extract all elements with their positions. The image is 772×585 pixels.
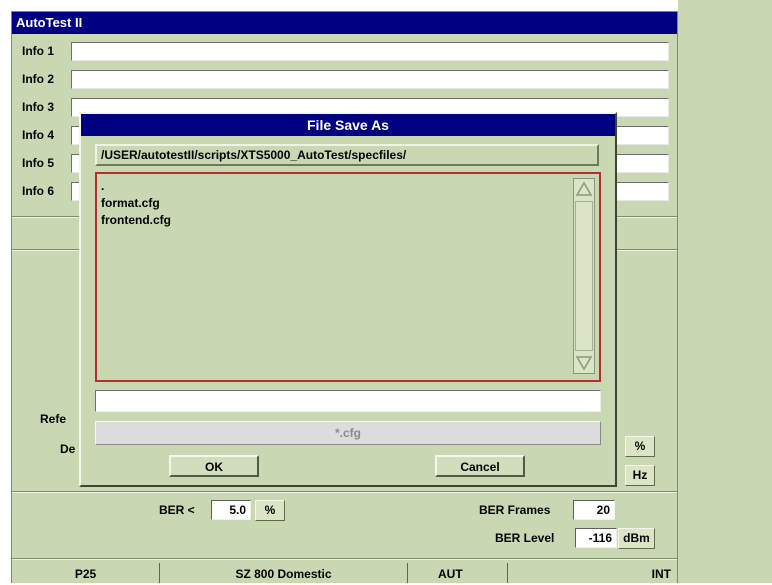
list-item[interactable]: frontend.cfg: [101, 212, 171, 229]
hz-unit-button[interactable]: Hz: [625, 465, 655, 486]
divider: [12, 491, 677, 493]
filename-input[interactable]: [95, 390, 601, 412]
dialog-title: File Save As: [81, 114, 615, 136]
status-int: INT: [651, 567, 671, 581]
reference-label: Refe: [40, 412, 67, 426]
ber-threshold-field[interactable]: 5.0: [211, 500, 251, 520]
ber-level-field[interactable]: -116: [575, 528, 617, 548]
dbm-unit-button[interactable]: dBm: [618, 528, 655, 549]
status-bar: P25 SZ 800 Domestic AUT INT: [12, 563, 677, 583]
current-path: /USER/autotestII/scripts/XTS5000_AutoTes…: [95, 144, 599, 166]
ber-level-label: BER Level: [495, 531, 555, 545]
status-mode: P25: [12, 563, 160, 583]
scroll-down-arrow-icon[interactable]: [575, 354, 593, 372]
scroll-track[interactable]: [575, 201, 593, 351]
ber-label: BER <: [159, 503, 195, 517]
divider: [12, 558, 677, 560]
status-system: SZ 800 Domestic: [160, 563, 408, 583]
ber-unit-button[interactable]: %: [255, 500, 285, 521]
list-item[interactable]: .: [101, 178, 171, 195]
ber-frames-label: BER Frames: [479, 503, 551, 517]
percent-unit-button[interactable]: %: [625, 436, 655, 457]
info-label: Info 3: [22, 100, 54, 114]
scroll-up-arrow-icon[interactable]: [575, 180, 593, 198]
file-filter: *.cfg: [95, 421, 601, 445]
info-label: Info 2: [22, 72, 54, 86]
cancel-button[interactable]: Cancel: [435, 455, 525, 477]
info-label: Info 4: [22, 128, 54, 142]
info-1-field[interactable]: [71, 42, 669, 61]
info-label: Info 5: [22, 156, 54, 170]
info-label: Info 1: [22, 44, 54, 58]
list-item[interactable]: format.cfg: [101, 195, 171, 212]
info-row-1: Info 1: [16, 41, 673, 63]
info-row-2: Info 2: [16, 69, 673, 91]
status-aut: AUT: [408, 563, 508, 583]
info-label: Info 6: [22, 184, 54, 198]
vertical-scrollbar[interactable]: [573, 178, 595, 374]
ber-frames-field[interactable]: 20: [573, 500, 615, 520]
info-2-field[interactable]: [71, 70, 669, 89]
window-title: AutoTest II: [12, 12, 677, 34]
file-save-as-dialog: File Save As /USER/autotestII/scripts/XT…: [79, 112, 617, 487]
file-list[interactable]: . format.cfg frontend.cfg: [95, 172, 601, 382]
deviation-label: De: [60, 442, 76, 456]
ok-button[interactable]: OK: [169, 455, 259, 477]
background-strip: [678, 0, 772, 583]
